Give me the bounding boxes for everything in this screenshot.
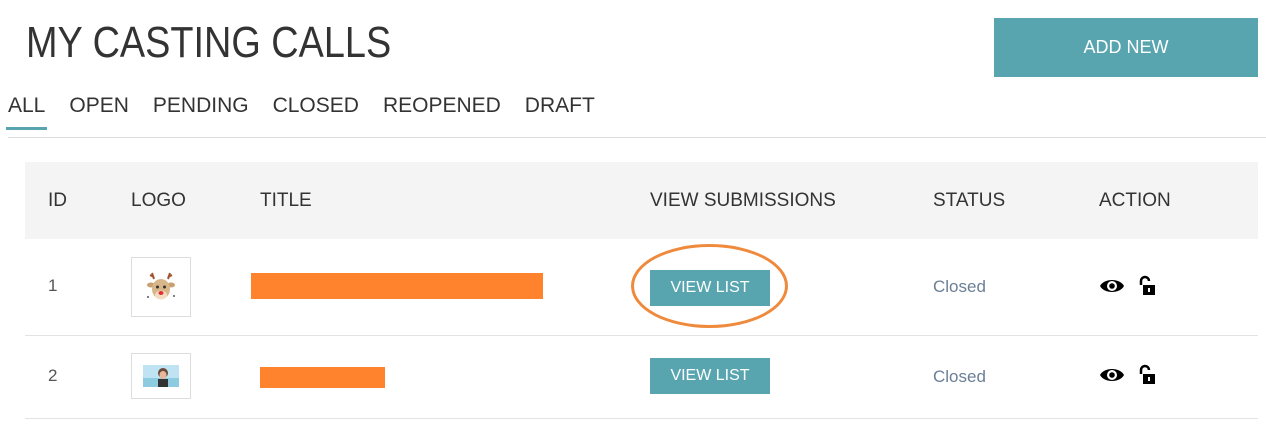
header-logo: LOGO — [131, 190, 186, 211]
header-action: ACTION — [1099, 190, 1171, 211]
unlock-icon[interactable] — [1137, 364, 1157, 386]
title-redacted[interactable] — [251, 273, 543, 299]
tabs-divider — [8, 137, 1266, 138]
tab-pending[interactable]: PENDING — [153, 94, 249, 130]
tab-closed[interactable]: CLOSED — [273, 94, 359, 130]
table-header: ID LOGO TITLE VIEW SUBMISSIONS STATUS AC… — [25, 162, 1258, 239]
table-row: 1 VIEW LIST Closed — [25, 239, 1258, 336]
tab-all[interactable]: ALL — [5, 94, 48, 130]
reindeer-logo — [131, 257, 191, 317]
tab-reopened[interactable]: REOPENED — [383, 94, 501, 130]
header-title: TITLE — [260, 190, 312, 211]
header-view-submissions: VIEW SUBMISSIONS — [650, 190, 836, 211]
header-status: STATUS — [933, 190, 1006, 211]
title-redacted[interactable] — [260, 367, 385, 388]
page-title: MY CASTING CALLS — [26, 18, 392, 67]
view-list-button[interactable]: VIEW LIST — [650, 358, 770, 394]
row-id: 1 — [48, 276, 58, 295]
table-row: 2 VIEW LIST Closed — [25, 336, 1258, 419]
status-label: Closed — [933, 367, 986, 386]
casting-calls-table: ID LOGO TITLE VIEW SUBMISSIONS STATUS AC… — [25, 162, 1258, 419]
view-list-button[interactable]: VIEW LIST — [650, 270, 770, 306]
status-label: Closed — [933, 277, 986, 296]
eye-icon[interactable] — [1099, 365, 1125, 385]
status-tabs: ALL OPEN PENDING CLOSED REOPENED DRAFT — [5, 94, 619, 130]
person-photo-icon — [143, 365, 179, 387]
tab-open[interactable]: OPEN — [69, 94, 129, 130]
eye-icon[interactable] — [1099, 276, 1125, 296]
unlock-icon[interactable] — [1137, 275, 1157, 297]
header-id: ID — [48, 190, 67, 211]
add-new-button[interactable]: ADD NEW — [994, 18, 1258, 77]
row-id: 2 — [48, 366, 58, 385]
reindeer-icon — [147, 272, 175, 300]
tab-draft[interactable]: DRAFT — [525, 94, 595, 130]
photo-logo — [131, 353, 191, 399]
